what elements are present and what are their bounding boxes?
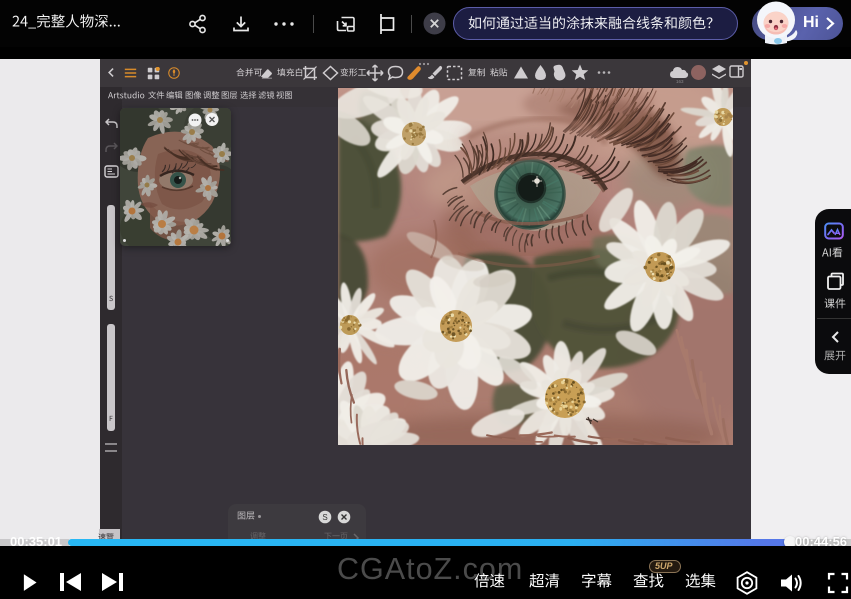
svg-text:S: S [322, 513, 327, 522]
